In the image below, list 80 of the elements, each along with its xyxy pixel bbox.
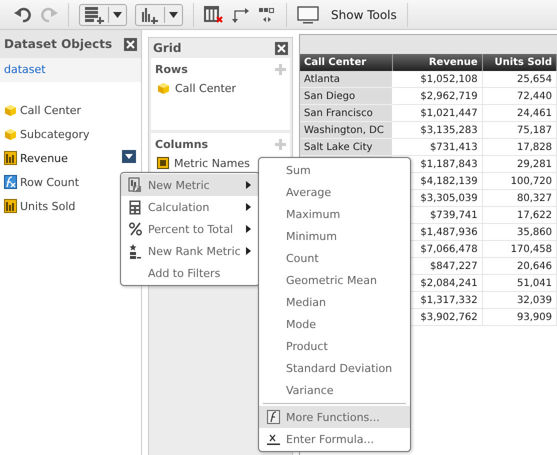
cube-icon (157, 82, 170, 94)
table-cell: 17,828 (482, 138, 556, 156)
table-cell: 24,461 (482, 104, 556, 122)
cube-icon (4, 128, 17, 140)
undo-icon (14, 6, 32, 22)
object-item[interactable]: Call Center (20, 104, 82, 116)
table-cell: 80,327 (482, 190, 556, 206)
row-header: San Francisco (300, 104, 392, 122)
dropdown-button[interactable] (122, 150, 136, 163)
section-title: Rows (155, 62, 188, 76)
drop-zone-item[interactable]: Metric Names (174, 156, 250, 170)
rank-icon (129, 244, 141, 258)
menu-item[interactable]: Percent to Total (121, 218, 259, 240)
menu-item[interactable]: Product (259, 335, 410, 357)
row-header: Salt Lake City (300, 138, 392, 156)
drop-zone-item[interactable]: Call Center (175, 82, 236, 94)
object-item[interactable]: Row Count (20, 176, 80, 188)
submenu-arrow-icon (246, 225, 251, 233)
percent-icon (128, 222, 142, 236)
add-chart-dropdown[interactable] (135, 4, 183, 26)
dataset-link[interactable]: dataset (4, 63, 46, 76)
add-rows-dropdown[interactable] (79, 4, 127, 26)
row-header: Washington, DC (300, 122, 392, 138)
close-button[interactable] (124, 38, 137, 50)
caret-icon (125, 154, 133, 159)
table-cell: 25,654 (482, 71, 556, 88)
row-header: Atlanta (300, 71, 392, 88)
table-cell: 51,041 (482, 274, 556, 292)
table-cell: $731,413 (392, 138, 482, 156)
monitor-icon (297, 6, 319, 24)
table-cell: 100,720 (482, 172, 556, 190)
object-item[interactable]: Subcategory (20, 128, 90, 140)
submenu-arrow-icon (246, 203, 251, 211)
caret-icon (169, 12, 178, 18)
show-tools-button[interactable]: Show Tools (297, 2, 397, 26)
menu-item[interactable]: More Functions... (259, 406, 410, 428)
table-cell: $3,135,283 (392, 122, 482, 138)
table-cell: 72,440 (482, 88, 556, 104)
table-cell: 93,909 (482, 308, 556, 326)
table-cell: 29,281 (482, 156, 556, 172)
function-icon (266, 410, 280, 424)
object-item[interactable]: Revenue (20, 152, 68, 164)
menu-item[interactable]: Standard Deviation (259, 357, 410, 379)
menu-item[interactable]: Variance (259, 379, 410, 401)
submenu-arrow-icon (246, 181, 251, 189)
column-header[interactable]: Call Center (300, 54, 392, 71)
fx-document-icon (128, 177, 142, 193)
table-cell: 75,187 (482, 122, 556, 138)
column-header[interactable]: Revenue (392, 54, 482, 71)
table-cell: 20,646 (482, 258, 556, 274)
rows-icon (84, 6, 104, 24)
table-cell: 32,039 (482, 292, 556, 308)
table-cell: 35,860 (482, 224, 556, 240)
cube-icon (4, 104, 17, 116)
metric-icon (4, 151, 17, 165)
menu-item[interactable]: New Rank Metric (121, 240, 259, 262)
fx-icon (4, 175, 17, 189)
section-title: Columns (155, 138, 208, 150)
formula-icon (266, 432, 280, 446)
panel-title: Grid (153, 41, 182, 55)
metric-names-icon (157, 157, 169, 169)
table-cell: 170,458 (482, 240, 556, 258)
menu-item[interactable]: New Metric (121, 174, 259, 196)
metric-icon (4, 199, 17, 213)
caret-icon (113, 12, 122, 18)
table-cell: 17,622 (482, 206, 556, 224)
object-item[interactable]: Units Sold (20, 200, 76, 212)
menu-item[interactable]: Enter Formula... (259, 428, 410, 450)
panel-title: Dataset Objects (4, 37, 112, 51)
redo-icon (40, 6, 58, 22)
calculator-icon (129, 200, 141, 214)
bar-chart-icon (140, 6, 160, 24)
column-header[interactable]: Units Sold (482, 54, 556, 71)
menu-item[interactable]: Add to Filters (121, 262, 259, 284)
table-cell: $1,021,447 (392, 104, 482, 122)
table-cell: $2,962,719 (392, 88, 482, 104)
table-cell: $1,052,108 (392, 71, 482, 88)
submenu-arrow-icon (246, 247, 251, 255)
row-header: San Diego (300, 88, 392, 104)
close-button[interactable] (275, 42, 288, 54)
